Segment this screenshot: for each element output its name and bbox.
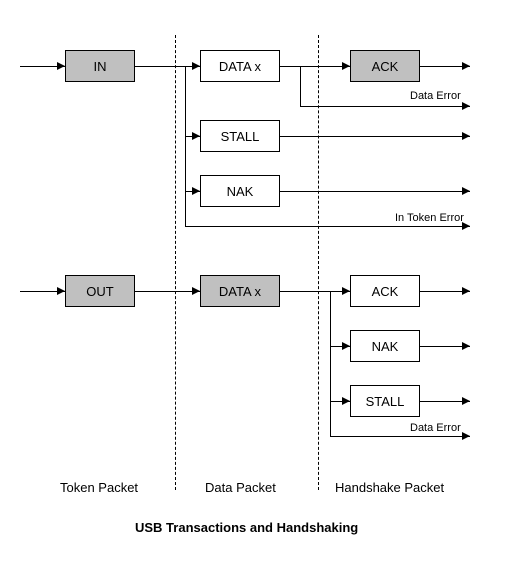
out-nak-label: NAK [372, 339, 399, 354]
diagram-title: USB Transactions and Handshaking [135, 520, 358, 535]
in-ack-label: ACK [372, 59, 399, 74]
arrowhead [192, 287, 200, 295]
arrowhead [462, 397, 470, 405]
line [280, 191, 470, 192]
in-data-box: DATA x [200, 50, 280, 82]
line [300, 106, 470, 107]
line [280, 291, 350, 292]
line [280, 66, 350, 67]
arrowhead [342, 287, 350, 295]
arrowhead [462, 187, 470, 195]
out-data-box: DATA x [200, 275, 280, 307]
out-stall-box: STALL [350, 385, 420, 417]
in-data-label: DATA x [219, 59, 261, 74]
in-data-error-label: Data Error [410, 90, 461, 102]
in-stall-label: STALL [221, 129, 260, 144]
out-token-box: OUT [65, 275, 135, 307]
line [135, 291, 200, 292]
in-ack-box: ACK [350, 50, 420, 82]
column-handshake-label: Handshake Packet [335, 480, 444, 495]
arrowhead [462, 102, 470, 110]
column-token-label: Token Packet [60, 480, 138, 495]
arrowhead [342, 397, 350, 405]
column-data-label: Data Packet [205, 480, 276, 495]
in-stall-box: STALL [200, 120, 280, 152]
arrowhead [462, 432, 470, 440]
out-ack-label: ACK [372, 284, 399, 299]
line [330, 436, 470, 437]
in-token-error-label: In Token Error [395, 212, 464, 224]
in-token-label: IN [94, 59, 107, 74]
line [185, 226, 470, 227]
out-data-label: DATA x [219, 284, 261, 299]
arrowhead [57, 287, 65, 295]
in-nak-box: NAK [200, 175, 280, 207]
arrowhead [462, 132, 470, 140]
arrowhead [192, 132, 200, 140]
out-stall-label: STALL [366, 394, 405, 409]
arrowhead [57, 62, 65, 70]
line [330, 291, 331, 436]
out-nak-box: NAK [350, 330, 420, 362]
arrowhead [462, 222, 470, 230]
arrowhead [192, 187, 200, 195]
arrowhead [462, 287, 470, 295]
line [300, 66, 301, 106]
line [280, 136, 470, 137]
usb-diagram: IN DATA x ACK Data Error STALL NAK In [0, 0, 505, 562]
in-nak-label: NAK [227, 184, 254, 199]
arrowhead [462, 62, 470, 70]
out-ack-box: ACK [350, 275, 420, 307]
out-data-error-label: Data Error [410, 422, 461, 434]
line [135, 66, 200, 67]
arrowhead [342, 342, 350, 350]
separator-2 [318, 35, 319, 490]
separator-1 [175, 35, 176, 490]
arrowhead [342, 62, 350, 70]
in-token-box: IN [65, 50, 135, 82]
arrowhead [192, 62, 200, 70]
arrowhead [462, 342, 470, 350]
out-token-label: OUT [86, 284, 113, 299]
line [185, 66, 186, 226]
